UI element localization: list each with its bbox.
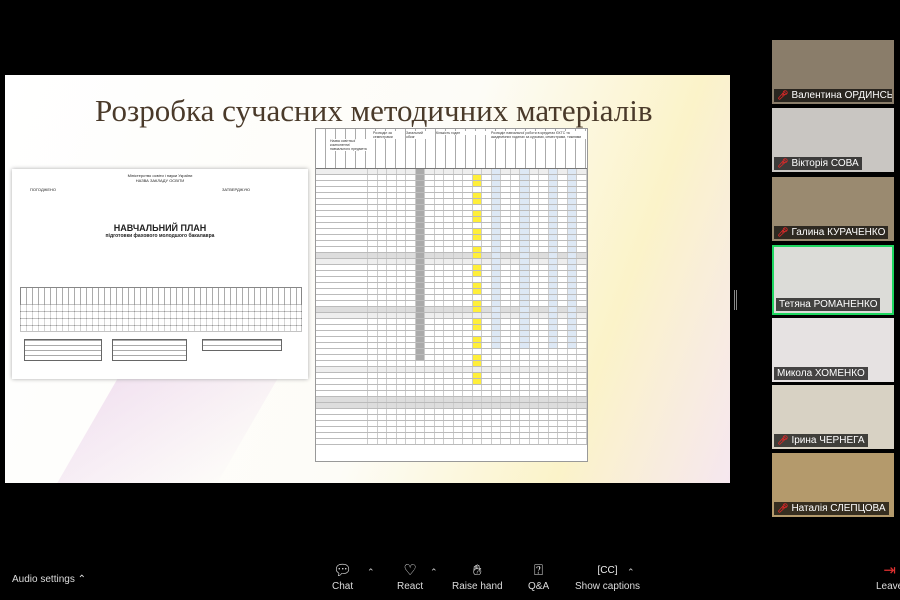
chat-label: Chat — [332, 581, 354, 592]
leave-button[interactable]: ⇥ Leave — [876, 561, 900, 592]
participant-name-tag: 🎤︎ Наталія СЛЕПЦОВА — [774, 502, 889, 515]
muted-mic-icon: 🎤︎ — [777, 90, 789, 100]
audio-settings-label: Audio settings — [12, 574, 75, 585]
header-col-distribution: Розподіл навчальної роботи в кредитах ЄК… — [491, 131, 586, 139]
summary-table — [24, 339, 102, 361]
header-col-name: Назва освітньої компоненти/навчального п… — [330, 139, 368, 151]
participant-name: Тетяна РОМАНЕНКО — [779, 299, 878, 310]
table-row — [316, 439, 587, 445]
participant-name: Галина КУРАЧЕНКО — [791, 227, 886, 238]
approved-text: ЗАТВЕРДЖУЮ — [222, 187, 251, 192]
attestation-table — [202, 339, 282, 351]
participant-name-tag: Микола ХОМЕНКО — [774, 367, 868, 380]
qa-label: Q&A — [528, 581, 550, 592]
participant-name-tag: 🎤︎ Вікторія СОВА — [774, 157, 862, 170]
curriculum-table: Назва освітньої компоненти/навчального п… — [315, 128, 588, 462]
agreed-text: ПОГОДЖЕНО — [30, 187, 57, 192]
leave-icon: ⇥ — [883, 562, 896, 579]
hand-icon: ✋︎ — [473, 562, 482, 579]
participant-name: Вікторія СОВА — [791, 158, 859, 169]
participant-tile[interactable]: 🎤︎ Галина КУРАЧЕНКО — [772, 177, 894, 241]
react-button[interactable]: ♡ React — [397, 561, 423, 592]
heart-icon: ♡ — [403, 562, 417, 579]
participant-name: Наталія СЛЕПЦОВА — [791, 503, 886, 514]
question-icon: ⍰ — [534, 562, 544, 579]
qa-button[interactable]: ⍰ Q&A — [528, 561, 549, 592]
participant-tile[interactable]: 🎤︎ Вікторія СОВА — [772, 108, 894, 172]
muted-mic-icon: 🎤︎ — [777, 158, 789, 168]
react-options-chevron-icon[interactable]: ⌃ — [430, 567, 438, 578]
curriculum-subheading: підготовки фахового молодшого бакалавра — [105, 233, 215, 239]
react-label: React — [397, 581, 424, 592]
participant-name-tag: 🎤︎ Ірина ЧЕРНЕГА — [774, 434, 868, 447]
shared-screen-slide: Розробка сучасних методичних матеріалів … — [5, 75, 730, 483]
muted-mic-icon: 🎤︎ — [777, 227, 789, 237]
participant-name: Ірина ЧЕРНЕГА — [791, 435, 865, 446]
curriculum-heading: НАВЧАЛЬНИЙ ПЛАН — [113, 223, 207, 233]
panel-resize-handle[interactable] — [734, 290, 737, 310]
muted-mic-icon: 🎤︎ — [777, 503, 789, 513]
chevron-up-icon: ⌃ — [77, 574, 86, 585]
leave-label: Leave — [876, 581, 900, 592]
table-body — [316, 169, 587, 445]
header-col-hours: Кількість годин — [436, 131, 486, 135]
slide-title: Розробка сучасних методичних матеріалів — [95, 93, 653, 128]
participant-name: Валентина ОРДИНСЬ... — [791, 90, 892, 101]
raise-hand-label: Raise hand — [452, 581, 503, 592]
chat-button[interactable]: 💬︎ Chat — [332, 561, 353, 592]
participant-tile[interactable]: Микола ХОМЕНКО — [772, 318, 894, 382]
participant-tile[interactable]: 🎤︎ Ірина ЧЕРНЕГА — [772, 385, 894, 449]
participant-name: Микола ХОМЕНКО — [777, 368, 865, 379]
institution-text: НАЗВА ЗАКЛАДУ ОСВІТИ — [135, 178, 185, 183]
header-col-volume: Загальний обсяг — [406, 131, 432, 139]
curriculum-title-page: Міністерство освіти і науки України НАЗВ… — [12, 169, 308, 379]
captions-label: Show captions — [575, 581, 641, 592]
meeting-toolbar: Audio settings ⌃ 💬︎ Chat ⌃ ♡ React ⌃ ✋︎ Rai… — [0, 555, 900, 600]
muted-mic-icon: 🎤︎ — [777, 435, 789, 445]
raise-hand-button[interactable]: ✋︎ Raise hand — [452, 561, 503, 592]
participant-name-tag: 🎤︎ Галина КУРАЧЕНКО — [774, 226, 889, 239]
audio-settings-button[interactable]: Audio settings ⌃ — [12, 574, 86, 585]
participant-name-tag: Тетяна РОМАНЕНКО — [776, 298, 881, 311]
participant-tile[interactable]: Тетяна РОМАНЕНКО — [772, 245, 894, 315]
captions-options-chevron-icon[interactable]: ⌃ — [627, 567, 635, 578]
header-col-semesters: Розподіл за семестрами — [373, 131, 403, 139]
participant-tile[interactable]: 🎤︎ Наталія СЛЕПЦОВА — [772, 453, 894, 517]
chat-icon: 💬︎ — [333, 562, 353, 579]
table-header: Назва освітньої компоненти/навчального п… — [316, 129, 587, 169]
participant-name-tag: 🎤︎ Валентина ОРДИНСЬ... — [774, 89, 892, 102]
practice-table — [112, 339, 187, 361]
chat-options-chevron-icon[interactable]: ⌃ — [367, 567, 375, 578]
schedule-grid-rows — [20, 304, 302, 332]
participant-tile[interactable]: 🎤︎ Валентина ОРДИНСЬ... — [772, 40, 894, 104]
